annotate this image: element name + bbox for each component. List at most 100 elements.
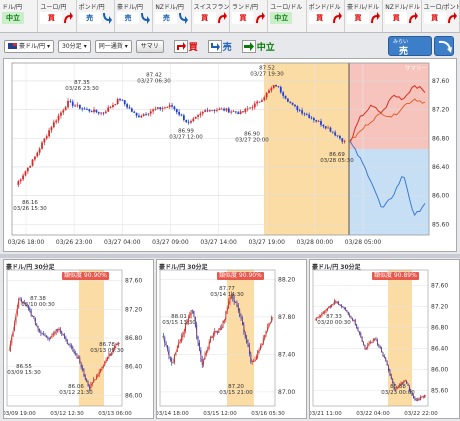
candle [263, 97, 266, 101]
pair-cell[interactable]: ユーロ/円買 [38, 0, 77, 32]
similarity-badge: 類似度 90.90% [217, 272, 264, 280]
candle [31, 159, 34, 166]
pair-name: 豪ドル/ドル [346, 4, 379, 11]
up-arrow-icon [447, 12, 457, 23]
candle [268, 90, 270, 93]
main-candlestick-chart: 87.60 87.20 86.80 86.40 86.00 85.60 03/26 18:0… [3, 58, 457, 252]
candle [126, 104, 129, 108]
candle [232, 111, 235, 113]
currency-signal-strip: ドル/円中立ユーロ/円買ポンド/円売豪ドル/円売NZドル/円売スイスフラン/円買… [0, 0, 460, 33]
similar-pattern-chart-3[interactable]: 87.60 87.20 86.80 86.40 86.00 85.60 03/21 11:0… [309, 259, 460, 419]
candle [185, 119, 188, 122]
up-arrow-icon [370, 12, 380, 23]
mirai-arrow-icon [434, 36, 454, 56]
candle [190, 120, 192, 123]
pair-name: ユーロ/ポンド [423, 4, 460, 11]
annotation-time: 03/14 14:30 [210, 292, 244, 298]
candle [60, 112, 62, 116]
y-tick-label: 87.40 [278, 351, 295, 358]
interval-select[interactable]: 30分足 ▾ [58, 39, 91, 53]
down-arrow-icon [140, 13, 150, 24]
pair-cell[interactable]: NZドル/ドル買 [383, 0, 422, 32]
right-arrow-icon [241, 39, 256, 53]
candle [194, 116, 197, 119]
chart-toolbar: 豪ドル/円 ▾ 30分足 ▾ 同一通貨 ▾ サマリ 買 売 中立 みらい 売 [4, 35, 456, 57]
candle [119, 99, 121, 101]
annotation-time: 03/15 21:00 [219, 390, 253, 396]
y-tick-label: 87.20 [125, 306, 142, 313]
pair-name: ポンド/ドル [308, 4, 341, 11]
x-tick-label: 03/27 04:00 [104, 239, 141, 246]
x-tick-label: 03/09 19:00 [4, 411, 36, 417]
candle [249, 107, 251, 109]
candle [102, 112, 105, 114]
candle [279, 87, 282, 93]
candle [97, 112, 100, 114]
candle [142, 114, 145, 116]
signal-badge: 買 [385, 12, 408, 24]
pair-cell[interactable]: NZドル/円売 [153, 0, 192, 32]
currency-pair-select[interactable]: 豪ドル/円 ▾ [4, 39, 55, 53]
mini-chart-title: 豪ドル/円 30分足 [159, 264, 208, 271]
mirai-signal-button[interactable]: みらい 売 [388, 36, 432, 57]
candle [197, 115, 199, 117]
down-arrow-icon [207, 39, 222, 53]
pair-name: ドル/円 [2, 4, 23, 11]
candle [178, 112, 181, 115]
summary-button[interactable]: サマリ [135, 39, 164, 53]
y-tick-label: 86.00 [432, 193, 449, 200]
down-arrow-icon [102, 13, 112, 24]
annotation-time: 03/27 06:30 [137, 79, 171, 85]
candle [166, 107, 169, 108]
y-tick-label: 86.80 [431, 325, 448, 332]
candle [41, 142, 43, 149]
x-tick-label: 03/13 06:00 [98, 411, 132, 417]
pair-cell[interactable]: ポンド/円売 [77, 0, 115, 32]
annotation-time: 03/27 12:00 [169, 135, 203, 141]
candle [256, 101, 259, 104]
pair-name: 豪ドル/円 [116, 4, 144, 11]
annotation-time: 03/15 13:30 [162, 320, 196, 326]
forecast-up-zone [349, 63, 429, 149]
up-arrow-icon [217, 12, 227, 23]
candle [329, 127, 332, 132]
x-tick-label: 03/28 05:00 [345, 239, 382, 246]
candle [171, 105, 173, 107]
candle [114, 104, 117, 106]
candle [282, 92, 285, 96]
similar-pattern-chart-1[interactable]: 87.60 87.20 86.80 86.40 86.00 03/09 19:00 03/1… [3, 259, 154, 419]
similarity-badge: 類似度 90.90% [62, 272, 109, 280]
pair-cell[interactable]: ユーロ/ドル 中立 [268, 0, 307, 32]
pattern-select[interactable]: 同一通貨 ▾ [94, 39, 132, 53]
candle [29, 165, 32, 168]
candle [50, 127, 53, 131]
x-tick-label: 03/28 00:00 [297, 239, 334, 246]
pair-cell[interactable]: ドル/円 中立 [0, 0, 39, 32]
pair-cell[interactable]: ポンド/ドル買 [307, 0, 345, 32]
candle [343, 140, 346, 142]
similar-pattern-chart-2[interactable]: 88.20 87.80 87.40 87.00 03/14 18:00 03/15 12:… [156, 259, 307, 419]
candle [17, 181, 20, 185]
pair-cell[interactable]: ランド/円買 [230, 0, 269, 32]
x-tick-label: 03/12 12:30 [50, 411, 84, 417]
panel-divider[interactable] [0, 254, 460, 258]
candle [173, 106, 176, 110]
down-arrow-icon [179, 13, 189, 24]
candle [244, 109, 247, 113]
candle [216, 109, 218, 111]
up-arrow-icon [173, 39, 188, 53]
pair-name: NZドル/円 [155, 4, 184, 11]
candle [275, 84, 277, 87]
candle [168, 105, 171, 108]
mini-chart-canvas: 87.60 87.20 86.80 86.40 86.00 85.60 03/21 11:0… [310, 269, 448, 417]
pair-cell[interactable]: ユーロ/ポンド買 [422, 0, 460, 32]
candle [258, 101, 261, 103]
candle [339, 136, 341, 139]
pair-cell[interactable]: 豪ドル/円売 [115, 0, 154, 32]
candle [182, 115, 185, 120]
y-tick-label: 86.00 [125, 392, 142, 399]
pair-cell[interactable]: 豪ドル/ドル買 [345, 0, 384, 32]
pair-cell[interactable]: スイスフラン/円買 [192, 0, 230, 32]
annotation-time: 03/10 00:30 [21, 302, 55, 308]
candle [156, 107, 159, 109]
